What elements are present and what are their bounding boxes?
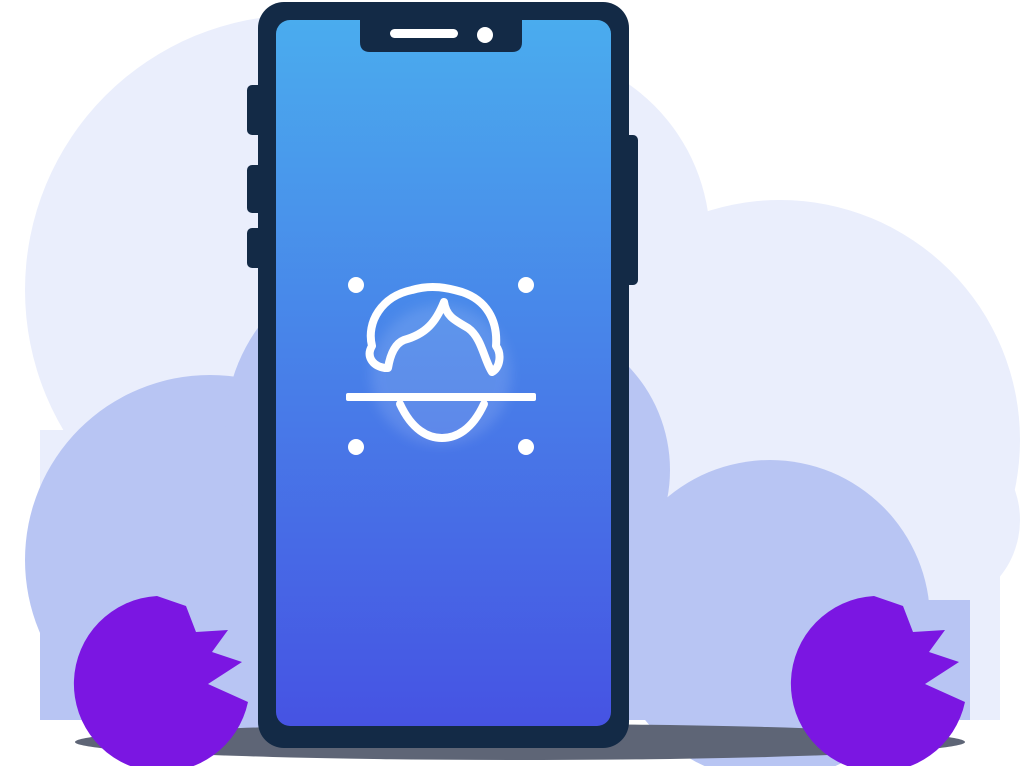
smartphone [247, 2, 638, 748]
scan-line [346, 393, 536, 401]
front-camera [477, 27, 493, 43]
face-id-illustration [25, 2, 1020, 766]
earpiece-speaker [390, 29, 458, 38]
